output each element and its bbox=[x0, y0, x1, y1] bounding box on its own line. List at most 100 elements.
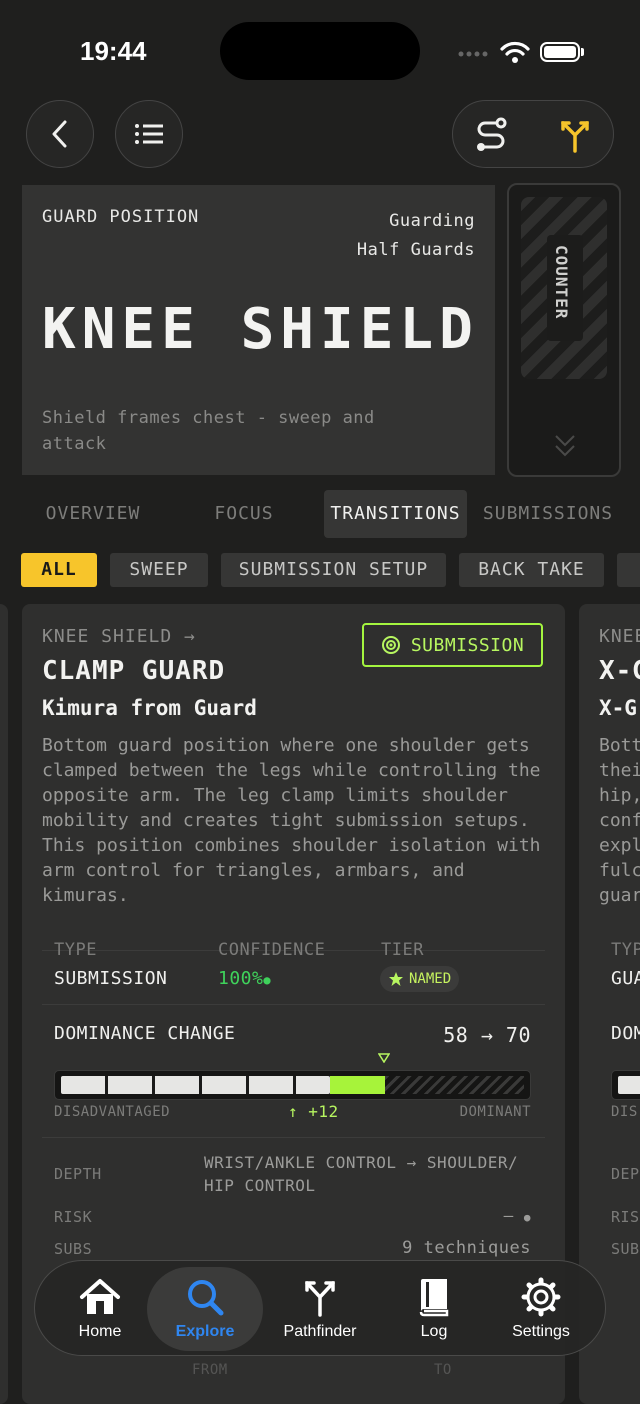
nav-explore-label: Explore bbox=[175, 1323, 235, 1340]
position-category: Guarding Half Guards bbox=[357, 207, 475, 265]
tier-value: NAMED bbox=[409, 971, 452, 987]
transition-subtitle: Kimura from Guard bbox=[42, 696, 257, 720]
dominance-base-fill bbox=[61, 1076, 330, 1094]
target-icon bbox=[381, 636, 400, 654]
next-desc-line: Bott bbox=[599, 735, 640, 756]
back-button[interactable] bbox=[26, 100, 94, 168]
risk-label: RISK bbox=[54, 1208, 93, 1226]
wifi-icon bbox=[500, 41, 530, 63]
menu-button[interactable] bbox=[115, 100, 183, 168]
status-time: 19:44 bbox=[80, 36, 147, 66]
next-title: X-G bbox=[599, 656, 640, 686]
dominance-label: DOMINANCE CHANGE bbox=[54, 1023, 236, 1044]
battery-icon bbox=[540, 42, 580, 62]
next-dominance-label: DOM bbox=[611, 1023, 640, 1044]
book-icon bbox=[419, 1279, 449, 1317]
badge-label: SUBMISSION bbox=[410, 634, 525, 656]
category-line-2: Half Guards bbox=[356, 240, 475, 260]
nav-home-label: Home bbox=[78, 1323, 122, 1340]
counter-panel[interactable]: COUNTER bbox=[507, 183, 621, 477]
cellular-icon bbox=[458, 51, 488, 57]
type-value: SUBMISSION bbox=[54, 968, 168, 989]
next-desc-line: guar bbox=[599, 885, 640, 906]
branch-icon bbox=[305, 1281, 335, 1317]
nav-settings-label: Settings bbox=[512, 1323, 570, 1340]
position-title: KNEE SHIELD bbox=[42, 297, 479, 362]
next-desc-line: hip, bbox=[599, 785, 640, 806]
dynamic-island bbox=[220, 22, 420, 80]
next-type-value: GUA bbox=[611, 968, 640, 989]
next-type-label: TYP bbox=[611, 940, 640, 960]
nav-home[interactable]: Home bbox=[45, 1261, 155, 1357]
next-subtitle: X-G bbox=[599, 696, 637, 720]
next-dominance-fill bbox=[618, 1076, 640, 1094]
dominance-bar bbox=[54, 1070, 531, 1100]
filter-submission-setup[interactable]: SUBMISSION SETUP bbox=[221, 553, 446, 587]
depth-label: DEPTH bbox=[54, 1165, 102, 1183]
star-icon bbox=[389, 972, 403, 986]
double-chevron-down-icon bbox=[555, 435, 575, 457]
position-type-label: GUARD POSITION bbox=[42, 207, 200, 227]
risk-value: — ● bbox=[504, 1206, 531, 1225]
footer-to: TO bbox=[434, 1362, 452, 1378]
risk-dot: ● bbox=[523, 1211, 531, 1224]
chevron-left-icon bbox=[52, 120, 67, 148]
next-depth-label: DEP bbox=[611, 1165, 640, 1183]
counter-label: COUNTER bbox=[552, 245, 571, 320]
type-label: TYPE bbox=[54, 940, 97, 960]
bottom-nav: Home Explore Pathfinder Log Settings bbox=[34, 1260, 606, 1356]
position-header: GUARD POSITION Guarding Half Guards KNEE… bbox=[22, 185, 495, 475]
next-scale-left: DIS bbox=[611, 1104, 638, 1120]
dominance-delta: ↑ +12 bbox=[288, 1102, 339, 1121]
tab-transitions[interactable]: TRANSITIONS bbox=[324, 490, 467, 538]
nav-log[interactable]: Log bbox=[379, 1261, 489, 1357]
position-description: Shield frames chest - sweep and attack bbox=[42, 408, 375, 454]
next-desc-line: expl bbox=[599, 835, 640, 856]
nav-log-label: Log bbox=[420, 1323, 448, 1340]
list-icon bbox=[135, 124, 163, 144]
nav-pathfinder-label: Pathfinder bbox=[283, 1323, 357, 1340]
next-desc-line: conf bbox=[599, 810, 640, 831]
filter-more[interactable] bbox=[617, 553, 640, 587]
next-dominance-bar bbox=[611, 1070, 640, 1100]
next-description: Bott thei hip, conf expl fulc guar bbox=[599, 733, 640, 908]
home-icon bbox=[80, 1279, 120, 1314]
tier-label: TIER bbox=[381, 940, 424, 960]
tab-overview[interactable]: OVERVIEW bbox=[24, 490, 162, 538]
nav-settings[interactable]: Settings bbox=[486, 1261, 596, 1357]
confidence-label: CONFIDENCE bbox=[218, 940, 326, 960]
route-icon[interactable] bbox=[471, 115, 511, 155]
next-risk-label: RIS bbox=[611, 1208, 640, 1226]
filter-all[interactable]: ALL bbox=[21, 553, 97, 587]
confidence-percent: 100% bbox=[218, 968, 264, 989]
previous-card[interactable] bbox=[0, 604, 8, 1404]
transition-title: CLAMP GUARD bbox=[42, 656, 226, 686]
subs-label: SUBS bbox=[54, 1240, 93, 1258]
nav-explore[interactable]: Explore bbox=[147, 1267, 263, 1351]
subs-value: 9 techniques bbox=[402, 1238, 531, 1258]
gear-icon bbox=[521, 1277, 561, 1317]
nav-pathfinder[interactable]: Pathfinder bbox=[265, 1261, 375, 1357]
divider bbox=[42, 1004, 545, 1005]
tab-submissions[interactable]: SUBMISSIONS bbox=[478, 490, 618, 538]
scale-left-label: DISADVANTAGED bbox=[54, 1104, 171, 1120]
scale-right-label: DOMINANT bbox=[459, 1104, 531, 1120]
filter-sweep[interactable]: SWEEP bbox=[110, 553, 208, 587]
next-subs-label: SUB bbox=[611, 1240, 640, 1258]
risk-dash: — bbox=[503, 1206, 514, 1225]
dominance-gain-fill bbox=[329, 1076, 386, 1094]
filter-back-take[interactable]: BACK TAKE bbox=[459, 553, 604, 587]
battery-tip bbox=[581, 48, 584, 56]
tier-badge: NAMED bbox=[380, 966, 460, 992]
next-from: KNEE bbox=[599, 626, 640, 647]
next-desc-line: thei bbox=[599, 760, 640, 781]
transition-description: Bottom guard position where one shoulder… bbox=[42, 735, 541, 906]
branch-icon[interactable] bbox=[555, 115, 595, 155]
dominance-value: 58 → 70 bbox=[443, 1023, 531, 1047]
confidence-dot: ● bbox=[263, 973, 272, 987]
dominance-marker-icon bbox=[378, 1053, 391, 1063]
transition-from: KNEE SHIELD → bbox=[42, 626, 196, 647]
tab-focus[interactable]: FOCUS bbox=[184, 490, 304, 538]
depth-value: WRIST/ANKLE CONTROL → SHOULDER/ HIP CONT… bbox=[204, 1153, 519, 1195]
next-desc-line: fulc bbox=[599, 860, 640, 881]
